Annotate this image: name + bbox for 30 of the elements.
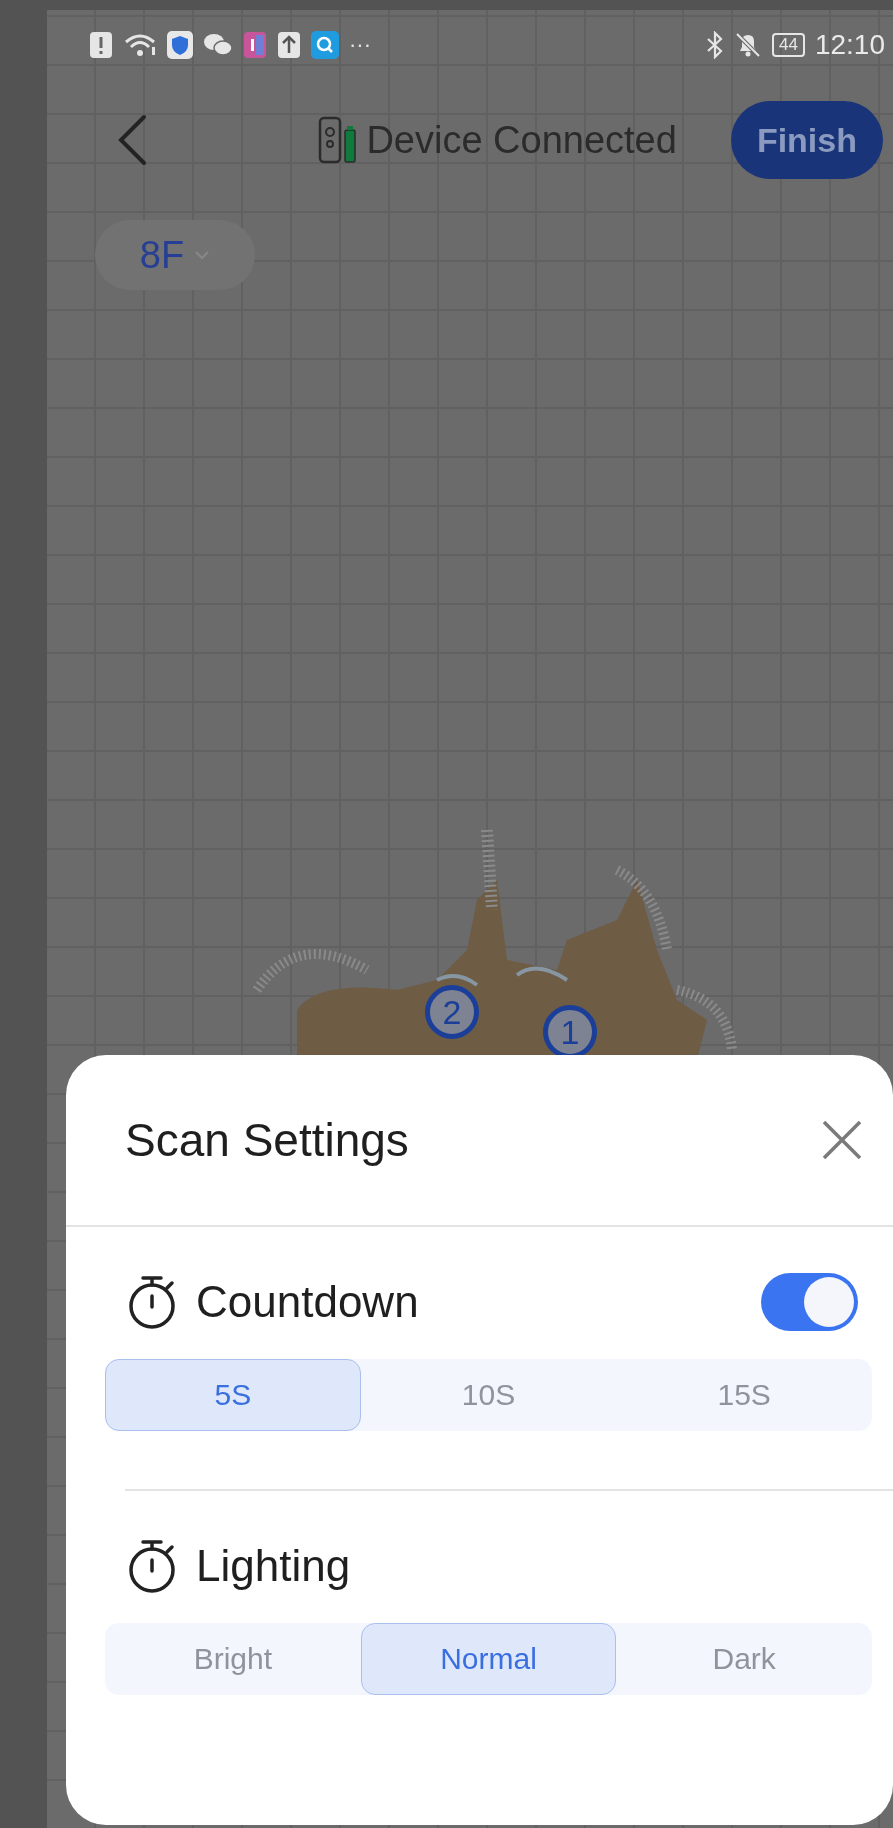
- alert-icon: [89, 31, 113, 59]
- bell-off-icon: [734, 31, 762, 59]
- segment-option[interactable]: Normal: [360, 1623, 617, 1695]
- stopwatch-icon: [126, 1274, 178, 1330]
- search-icon: [311, 31, 339, 59]
- battery-indicator: 44: [772, 33, 805, 57]
- floor-selector[interactable]: 8F: [95, 220, 255, 290]
- toggle-switch[interactable]: [761, 1273, 858, 1331]
- segment-option[interactable]: Dark: [616, 1623, 872, 1695]
- finish-button[interactable]: Finish: [730, 101, 883, 179]
- more-indicator: ···: [349, 32, 371, 58]
- section-label: Lighting: [196, 1541, 352, 1591]
- sheet-title: Scan Settings: [125, 1113, 409, 1167]
- back-icon[interactable]: [117, 114, 147, 166]
- segment-option[interactable]: 10S: [360, 1359, 617, 1431]
- chat-icon: [203, 32, 233, 58]
- segment-option[interactable]: 5S: [105, 1359, 361, 1431]
- section-label: Countdown: [196, 1277, 420, 1327]
- stopwatch-icon: [126, 1538, 178, 1594]
- connection-status: Device Connected: [366, 118, 677, 162]
- camera-battery-icon: [318, 116, 357, 164]
- status-time: 12:10: [814, 29, 885, 61]
- close-icon[interactable]: [821, 1119, 863, 1161]
- segment-option[interactable]: Bright: [105, 1623, 361, 1695]
- bluetooth-icon: [706, 31, 724, 59]
- wifi-icon: [123, 31, 157, 59]
- segment-option[interactable]: 15S: [616, 1359, 872, 1431]
- shield-icon: [167, 31, 193, 59]
- app-icon: [243, 31, 267, 59]
- upload-icon: [277, 31, 301, 59]
